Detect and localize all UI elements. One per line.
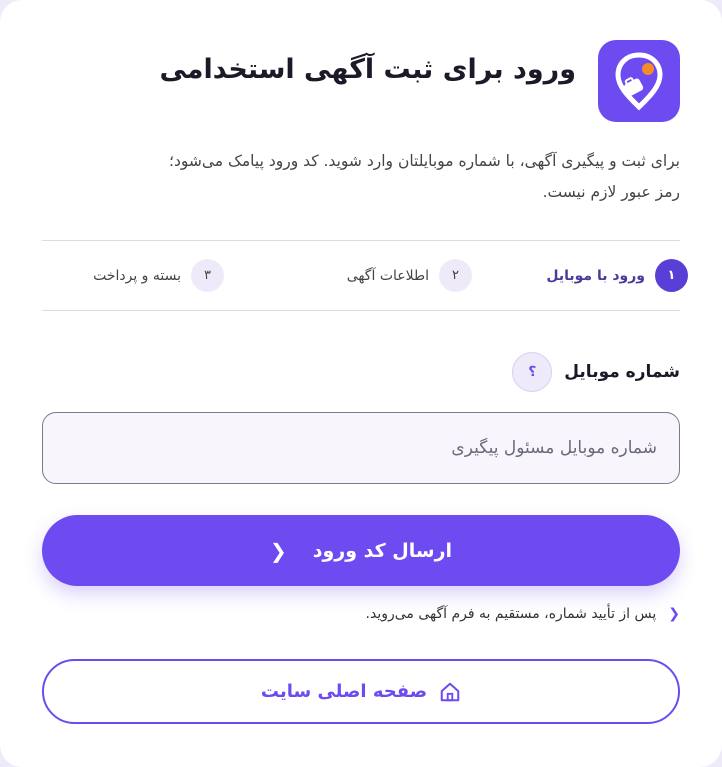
- step-mobile-login: ۱ ورود با موبایل: [546, 259, 688, 292]
- step-label: بسته و پرداخت: [93, 267, 181, 284]
- chevron-left-icon: ❮: [269, 538, 287, 563]
- info-note: ❮ پس از تأیید شماره، مستقیم به فرم آگهی …: [366, 606, 680, 622]
- step-number: ۳: [191, 259, 224, 292]
- mobile-field-label: شماره موبایل: [564, 362, 680, 382]
- login-card: ورود برای ثبت آگهی استخدامی برای ثبت و پ…: [0, 0, 722, 767]
- help-icon[interactable]: ؟: [512, 352, 553, 392]
- send-code-button[interactable]: ارسال کد ورود ❮: [42, 515, 680, 586]
- divider-top: [42, 240, 680, 241]
- stepper: ۱ ورود با موبایل ۲ اطلاعات آگهی ۳ بسته و…: [42, 252, 688, 298]
- home-page-label: صفحه اصلی سایت: [260, 681, 428, 702]
- page-title: ورود برای ثبت آگهی استخدامی: [159, 53, 576, 85]
- header: ورود برای ثبت آگهی استخدامی: [42, 40, 680, 122]
- step-number: ۱: [655, 259, 688, 292]
- home-icon: [439, 681, 461, 703]
- step-number: ۲: [439, 259, 472, 292]
- note-text: پس از تأیید شماره، مستقیم به فرم آگهی می…: [365, 606, 657, 622]
- chevron-left-icon: ❮: [668, 606, 680, 622]
- mobile-input[interactable]: [42, 412, 680, 484]
- step-package-payment: ۳ بسته و پرداخت: [93, 259, 224, 292]
- divider-bottom: [42, 310, 680, 311]
- briefcase-pin-icon: [598, 40, 680, 122]
- step-label: ورود با موبایل: [546, 267, 645, 284]
- description-text: برای ثبت و پیگیری آگهی، با شماره موبایلت…: [169, 152, 680, 201]
- step-label: اطلاعات آگهی: [346, 267, 429, 284]
- home-page-button[interactable]: صفحه اصلی سایت: [42, 659, 680, 724]
- send-code-label: ارسال کد ورود: [312, 539, 453, 562]
- mobile-field-label-row: شماره موبایل ؟: [512, 352, 680, 392]
- step-job-info: ۲ اطلاعات آگهی: [347, 259, 472, 292]
